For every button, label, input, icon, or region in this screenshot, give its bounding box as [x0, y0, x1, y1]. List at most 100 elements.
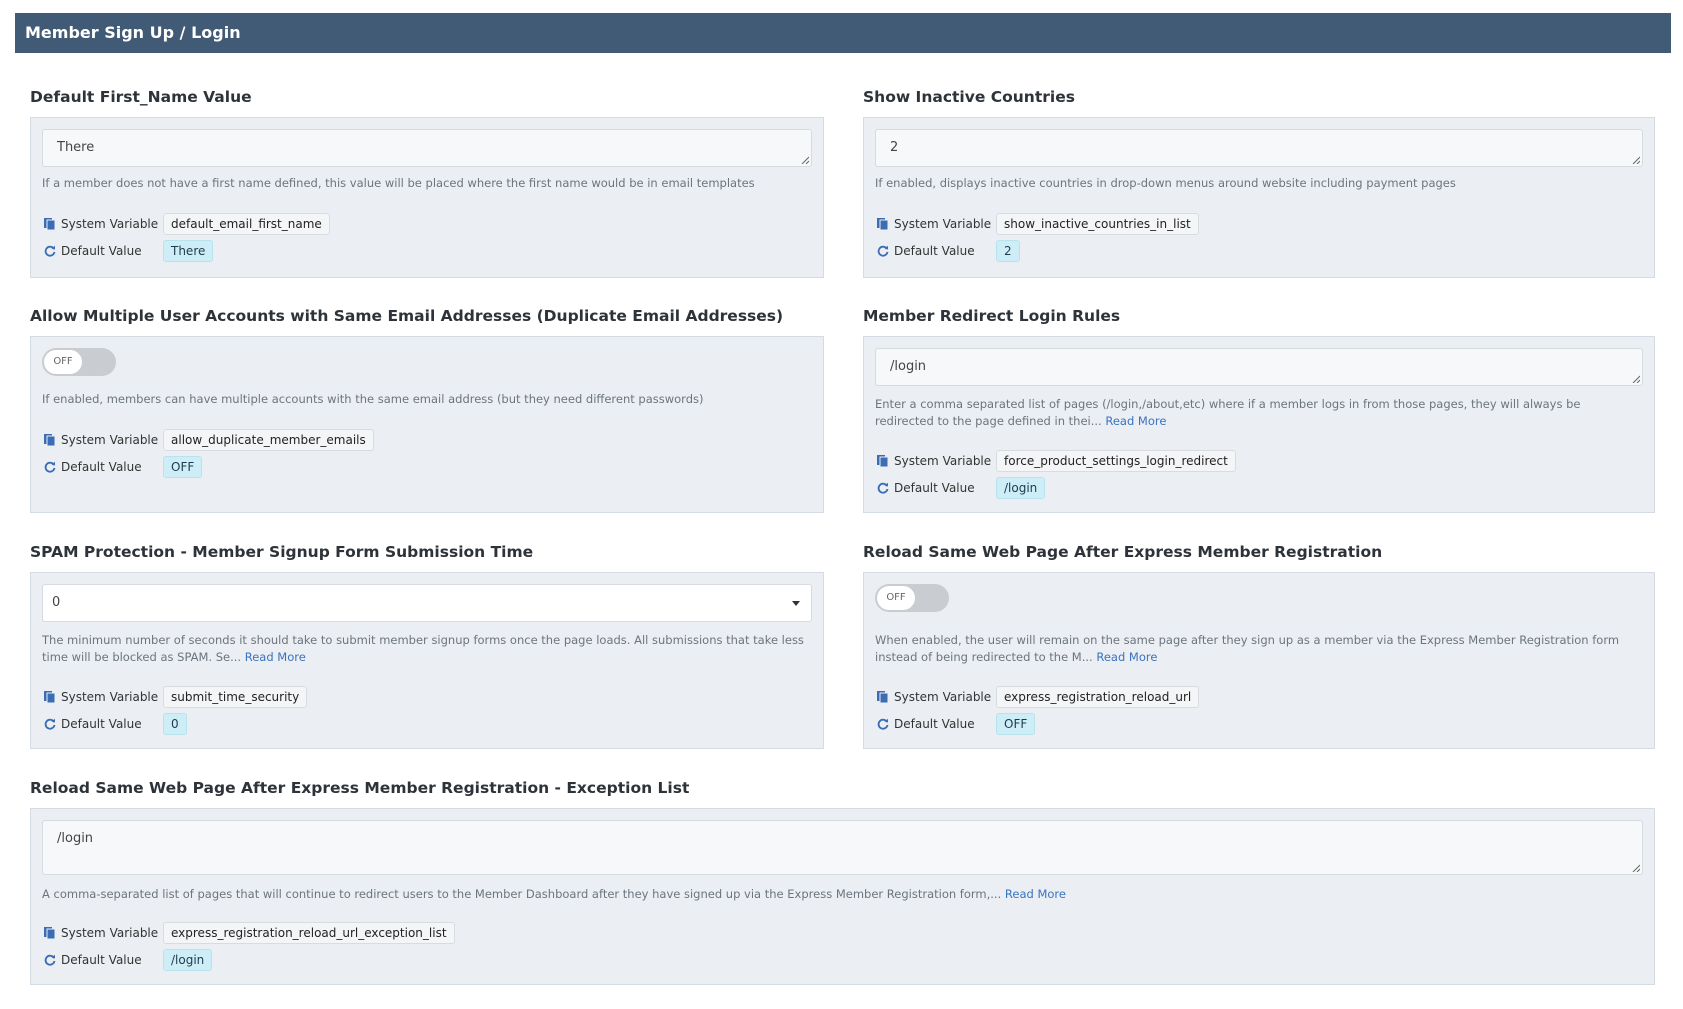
setting-panel: 0 The minimum number of seconds it shoul…: [30, 572, 824, 749]
duplicate-emails-toggle[interactable]: OFF: [42, 348, 116, 376]
default-value-row: Default Value OFF: [876, 712, 1036, 736]
system-variable-row: System Variable allow_duplicate_member_e…: [43, 428, 374, 452]
default-value-badge: /login: [996, 477, 1046, 499]
default-value-row: Default Value 2: [876, 239, 1020, 263]
system-variable-row: System Variable express_registration_rel…: [43, 921, 455, 945]
default-value-label: Default Value: [61, 717, 142, 731]
default-value-label: Default Value: [61, 953, 142, 967]
setting-show-inactive-countries: Show Inactive Countries 2 If enabled, di…: [863, 88, 1655, 278]
caret-down-icon[interactable]: [792, 601, 800, 606]
system-variable-value[interactable]: force_product_settings_login_redirect: [996, 450, 1236, 472]
toggle-state: OFF: [44, 350, 82, 374]
copy-icon[interactable]: [876, 217, 890, 231]
setting-description: If enabled, members can have multiple ac…: [42, 392, 704, 406]
system-variable-value[interactable]: default_email_first_name: [163, 213, 330, 235]
toggle-state: OFF: [877, 586, 915, 610]
setting-title: Member Redirect Login Rules: [863, 307, 1121, 325]
setting-panel: /login Enter a comma separated list of p…: [863, 336, 1655, 513]
setting-panel: OFF When enabled, the user will remain o…: [863, 572, 1655, 749]
setting-description: The minimum number of seconds it should …: [42, 633, 804, 664]
setting-description: If enabled, displays inactive countries …: [875, 176, 1456, 190]
system-variable-label: System Variable: [894, 690, 992, 704]
copy-icon[interactable]: [43, 690, 57, 704]
setting-panel: OFF If enabled, members can have multipl…: [30, 336, 824, 513]
setting-allow-duplicate-emails: Allow Multiple User Accounts with Same E…: [30, 307, 824, 514]
resize-handle-icon[interactable]: [1632, 864, 1640, 872]
inactive-countries-input[interactable]: 2: [875, 129, 1643, 167]
setting-description: When enabled, the user will remain on th…: [875, 633, 1620, 664]
system-variable-value[interactable]: express_registration_reload_url: [996, 686, 1200, 708]
system-variable-row: System Variable default_email_first_name: [43, 212, 330, 236]
submission-time-select[interactable]: 0: [42, 584, 812, 622]
page-header: Member Sign Up / Login: [15, 13, 1671, 53]
system-variable-label: System Variable: [61, 217, 159, 231]
system-variable-label: System Variable: [894, 454, 992, 468]
default-value-label: Default Value: [894, 717, 975, 731]
system-variable-row: System Variable submit_time_security: [43, 685, 308, 709]
refresh-icon[interactable]: [876, 244, 890, 258]
setting-description: If a member does not have a first name d…: [42, 176, 755, 190]
default-value-row: Default Value 0: [43, 712, 187, 736]
read-more-link[interactable]: Read More: [1105, 414, 1166, 428]
system-variable-row: System Variable force_product_settings_l…: [876, 449, 1236, 473]
copy-icon[interactable]: [43, 433, 57, 447]
refresh-icon[interactable]: [876, 717, 890, 731]
first-name-input[interactable]: There: [42, 129, 812, 167]
setting-title: Reload Same Web Page After Express Membe…: [30, 779, 690, 797]
read-more-link[interactable]: Read More: [1096, 650, 1157, 664]
copy-icon[interactable]: [876, 690, 890, 704]
refresh-icon[interactable]: [43, 460, 57, 474]
page-title: Member Sign Up / Login: [25, 23, 241, 42]
resize-handle-icon[interactable]: [1632, 156, 1640, 164]
copy-icon[interactable]: [876, 454, 890, 468]
default-value-badge: There: [163, 240, 214, 262]
default-value-row: Default Value OFF: [43, 455, 203, 479]
setting-panel: 2 If enabled, displays inactive countrie…: [863, 117, 1655, 278]
refresh-icon[interactable]: [876, 481, 890, 495]
read-more-link[interactable]: Read More: [1005, 887, 1066, 901]
refresh-icon[interactable]: [43, 953, 57, 967]
default-value-row: Default Value /login: [43, 948, 213, 972]
default-value-badge: 2: [996, 240, 1020, 262]
default-value-row: Default Value /login: [876, 476, 1046, 500]
default-value-badge: /login: [163, 949, 213, 971]
copy-icon[interactable]: [43, 926, 57, 940]
copy-icon[interactable]: [43, 217, 57, 231]
system-variable-label: System Variable: [61, 433, 159, 447]
system-variable-value[interactable]: show_inactive_countries_in_list: [996, 213, 1199, 235]
redirect-login-rules-input[interactable]: /login: [875, 348, 1643, 386]
default-value-row: Default Value There: [43, 239, 214, 263]
system-variable-row: System Variable show_inactive_countries_…: [876, 212, 1199, 236]
setting-description: A comma-separated list of pages that wil…: [42, 887, 1066, 901]
setting-title: SPAM Protection - Member Signup Form Sub…: [30, 543, 534, 561]
system-variable-label: System Variable: [61, 690, 159, 704]
express-reload-toggle[interactable]: OFF: [875, 584, 949, 612]
system-variable-value[interactable]: express_registration_reload_url_exceptio…: [163, 922, 455, 944]
default-value-label: Default Value: [894, 244, 975, 258]
read-more-link[interactable]: Read More: [245, 650, 306, 664]
default-value-label: Default Value: [894, 481, 975, 495]
setting-member-redirect-login-rules: Member Redirect Login Rules /login Enter…: [863, 307, 1655, 514]
system-variable-value[interactable]: allow_duplicate_member_emails: [163, 429, 374, 451]
default-value-label: Default Value: [61, 244, 142, 258]
default-value-badge: 0: [163, 713, 187, 735]
setting-description: Enter a comma separated list of pages (/…: [875, 397, 1581, 428]
system-variable-label: System Variable: [61, 926, 159, 940]
setting-spam-protection: SPAM Protection - Member Signup Form Sub…: [30, 543, 824, 750]
setting-title: Show Inactive Countries: [863, 88, 1075, 106]
setting-title: Default First_Name Value: [30, 88, 252, 106]
system-variable-label: System Variable: [894, 217, 992, 231]
default-value-label: Default Value: [61, 460, 142, 474]
setting-panel: /login A comma-separated list of pages t…: [30, 808, 1655, 985]
default-value-badge: OFF: [163, 456, 203, 478]
refresh-icon[interactable]: [43, 717, 57, 731]
resize-handle-icon[interactable]: [801, 156, 809, 164]
system-variable-row: System Variable express_registration_rel…: [876, 685, 1200, 709]
exception-list-input[interactable]: /login: [42, 820, 1643, 875]
setting-express-registration-reload: Reload Same Web Page After Express Membe…: [863, 543, 1655, 750]
resize-handle-icon[interactable]: [1632, 375, 1640, 383]
setting-default-first-name: Default First_Name Value There If a memb…: [30, 88, 824, 278]
system-variable-value[interactable]: submit_time_security: [163, 686, 308, 708]
refresh-icon[interactable]: [43, 244, 57, 258]
setting-panel: There If a member does not have a first …: [30, 117, 824, 278]
